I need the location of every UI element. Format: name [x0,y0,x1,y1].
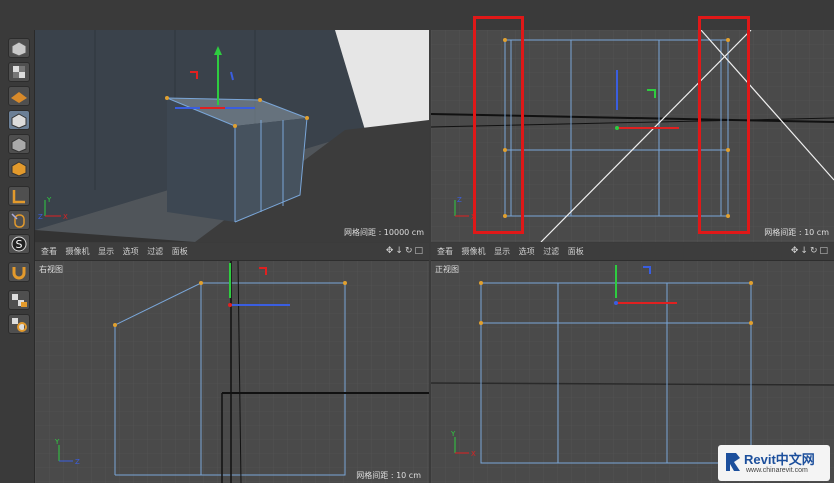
right-viewport[interactable]: 查看 摄像机 显示 选项 过滤 面板 ✥↓↻□ Y Z 右视图 网格间距 : 1… [35,243,429,483]
perspective-scene: Y X Z [35,30,429,242]
grid-spacing-label: 网格间距 : 10 cm [356,471,421,480]
viewport-title: 右视图 [39,265,63,274]
mouse-icon[interactable] [8,210,30,230]
viewport-title: 正视图 [435,265,459,274]
highlight-box-left [473,16,524,234]
perspective-viewport[interactable]: Y X Z 网格间距 : 10000 cm [35,30,429,242]
object-icon[interactable] [8,134,30,154]
magnet-icon[interactable] [8,262,30,282]
svg-text:S: S [16,238,23,251]
grid-spacing-label: 网格间距 : 10 cm [764,228,829,237]
axis-icon[interactable] [8,186,30,206]
snap-icon[interactable]: S [8,234,30,254]
logo-url: www.chinarevit.com [746,467,808,474]
svg-text:X: X [471,450,476,458]
workplane-icon[interactable] [8,314,30,334]
cube-icon[interactable] [8,38,30,58]
revit-logo-icon [726,453,740,471]
model-icon[interactable] [8,110,30,130]
grid-spacing-label: 网格间距 : 10000 cm [344,228,424,237]
highlight-box-right [698,16,750,234]
lock-grid-icon[interactable] [8,290,30,310]
svg-text:Z: Z [75,458,80,466]
left-toolbar: S [0,30,35,483]
svg-text:Y: Y [54,438,60,446]
revit-logo: Revit中文网 www.chinarevit.com [718,445,830,481]
svg-text:Y: Y [46,196,52,204]
checker-icon[interactable] [8,62,30,82]
svg-text:Y: Y [450,430,456,438]
right-scene: Y Z [35,260,429,483]
polygon-icon[interactable] [8,158,30,178]
svg-text:X: X [63,213,68,221]
svg-text:Z: Z [38,213,43,221]
svg-text:Z: Z [457,196,462,204]
logo-brand: Revit中文网 [744,452,815,467]
texture-icon[interactable] [8,86,30,106]
